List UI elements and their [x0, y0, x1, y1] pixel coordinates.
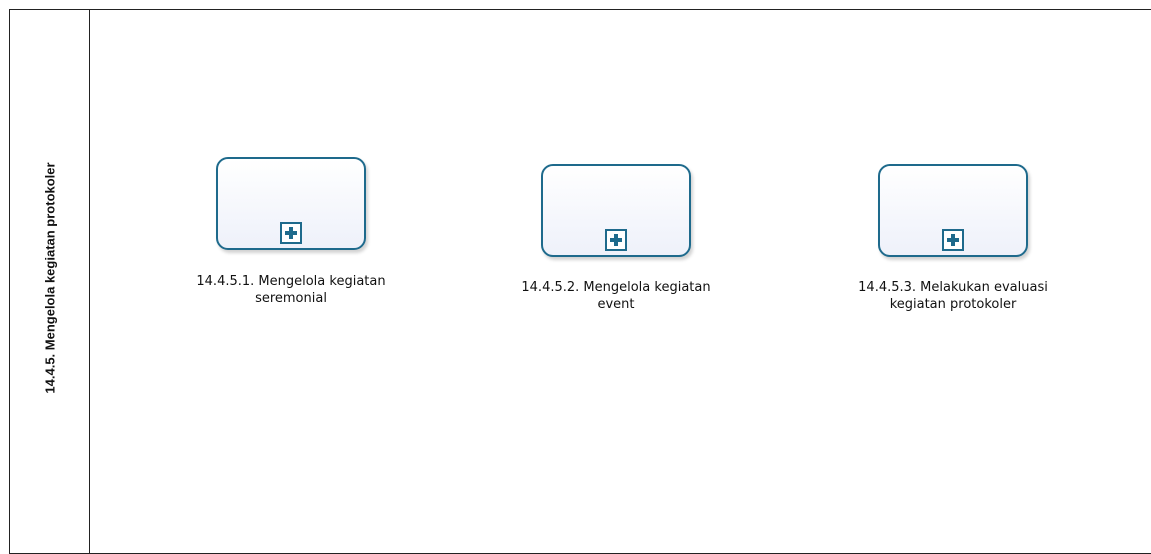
lane-header: 14.4.5. Mengelola kegiatan protokoler [10, 10, 90, 553]
task-label-3-line1: 14.4.5.3. Melakukan evaluasi [858, 280, 1048, 295]
task-label-1-line1: 14.4.5.1. Mengelola kegiatan [196, 274, 386, 289]
subprocess-task-2[interactable] [541, 164, 691, 257]
expand-plus-icon[interactable] [280, 222, 302, 244]
expand-plus-icon[interactable] [942, 229, 964, 251]
task-label-2-line1: 14.4.5.2. Mengelola kegiatan [521, 280, 711, 295]
task-label-1-line2: seremonial [255, 291, 327, 306]
task-label-2: 14.4.5.2. Mengelola kegiatan event [476, 279, 756, 313]
subprocess-task-3[interactable] [878, 164, 1028, 257]
expand-plus-icon[interactable] [605, 229, 627, 251]
task-label-3-line2: kegiatan protokoler [889, 297, 1017, 312]
task-label-1: 14.4.5.1. Mengelola kegiatan seremonial [151, 273, 431, 307]
lane-title: 14.4.5. Mengelola kegiatan protokoler [42, 162, 58, 394]
subprocess-task-1[interactable] [216, 157, 366, 250]
task-label-2-line2: event [597, 297, 635, 312]
task-label-3: 14.4.5.3. Melakukan evaluasi kegiatan pr… [813, 279, 1093, 313]
